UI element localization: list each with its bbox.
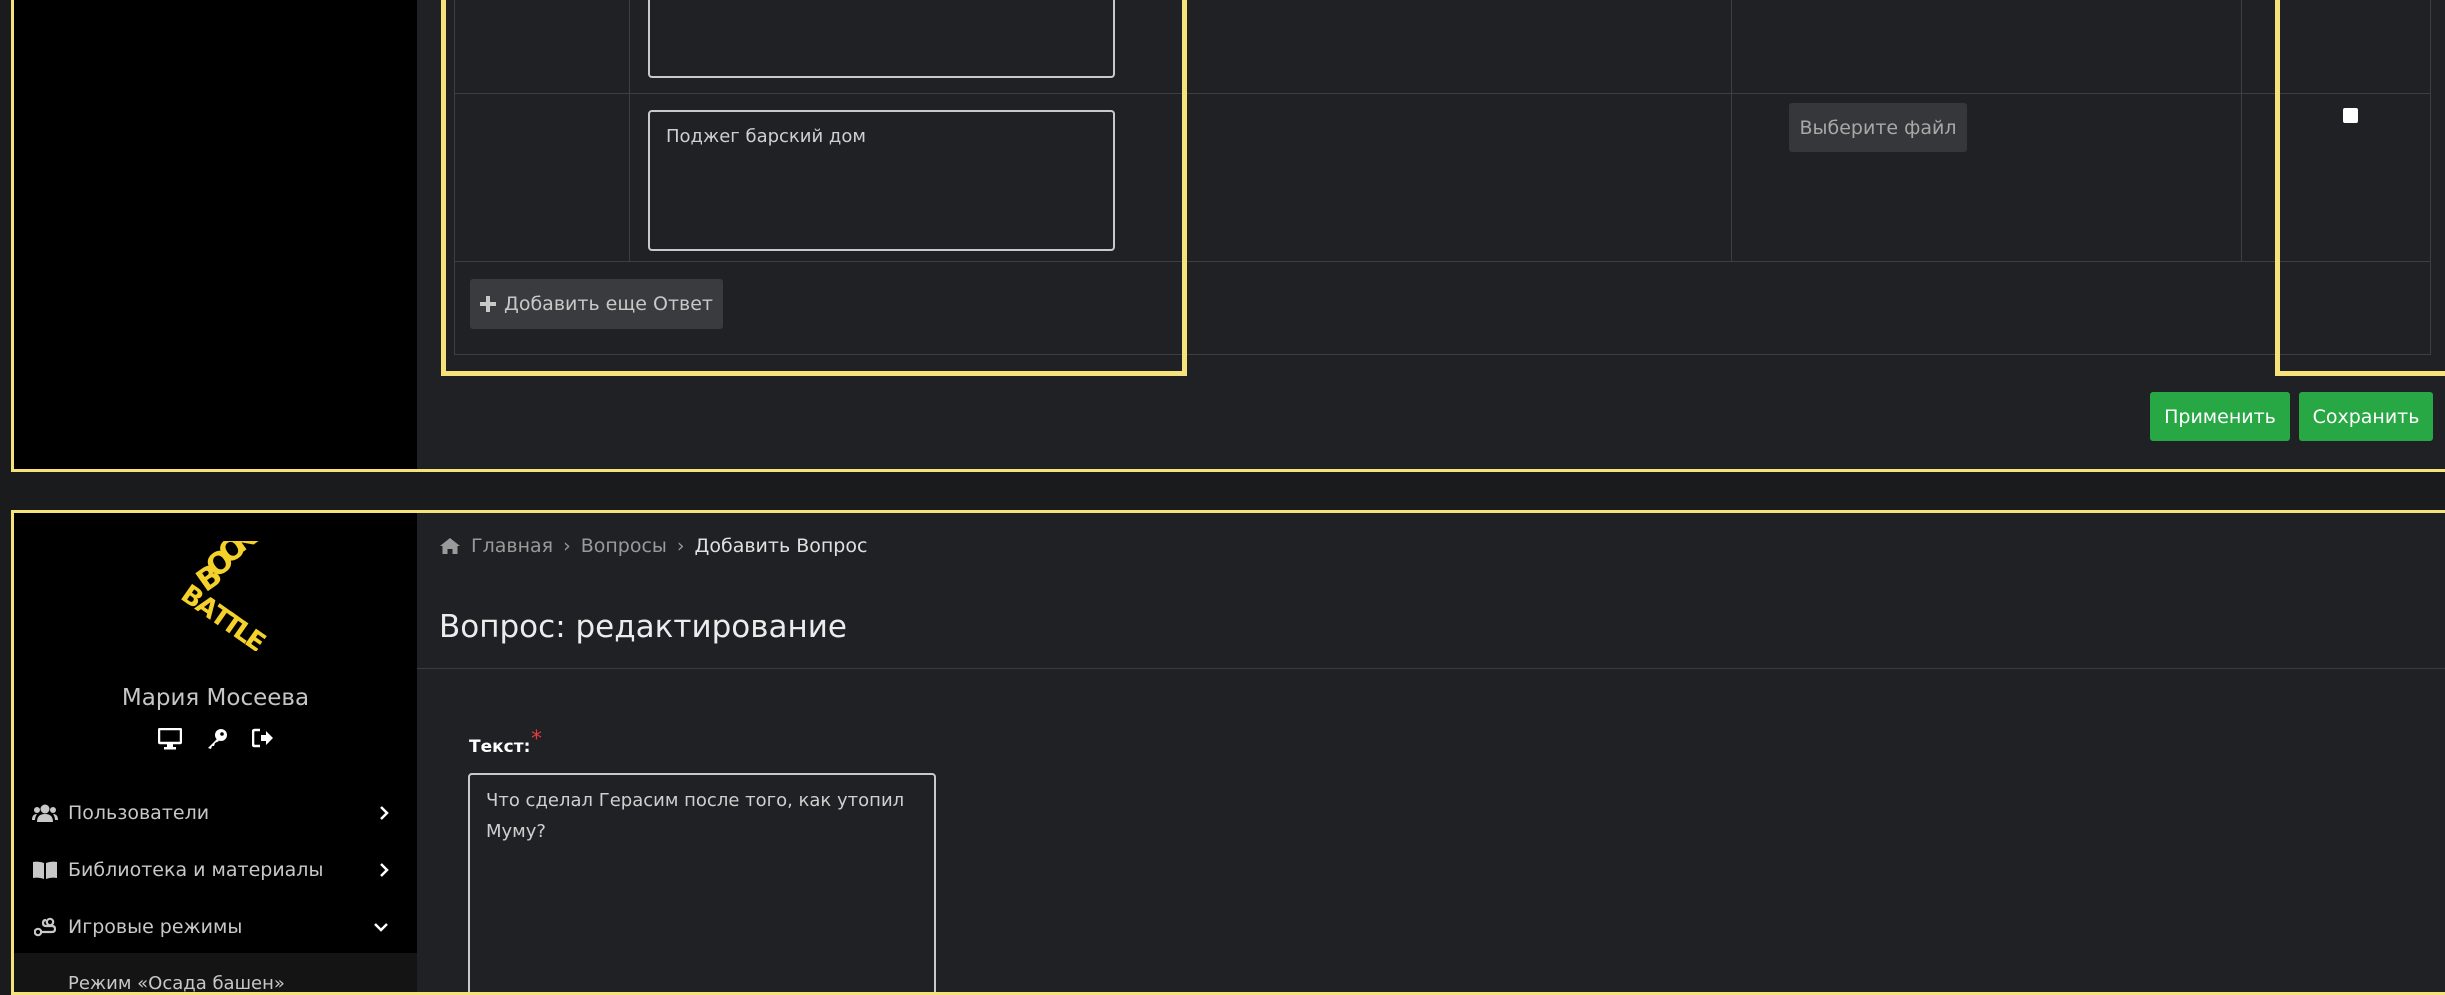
apply-button[interactable]: Применить <box>2150 392 2290 441</box>
question-edit-panel: B O O K B A T T L E Мария Мосеева Пользо… <box>11 510 2445 995</box>
logout-icon[interactable] <box>251 728 274 748</box>
nav-item-library[interactable]: Библиотека и материалы <box>14 842 417 898</box>
chevron-down-icon <box>374 923 388 932</box>
add-answer-button[interactable]: Добавить еще Ответ <box>470 279 723 329</box>
question-textarea[interactable]: Что сделал Герасим после того, как утопи… <box>468 773 936 992</box>
title-divider <box>417 668 2445 669</box>
main-content: Главная › Вопросы › Добавить Вопрос Вопр… <box>417 513 2445 992</box>
user-actions <box>14 728 417 750</box>
correct-answer-checkbox[interactable] <box>2343 108 2358 123</box>
required-marker: * <box>531 727 542 752</box>
choose-file-button[interactable]: Выберите файл <box>1789 103 1967 152</box>
question-text: Что сделал Герасим после того, как утопи… <box>486 790 905 842</box>
monitor-icon[interactable] <box>157 728 182 750</box>
page-title: Вопрос: редактирование <box>439 609 847 645</box>
sidebar: B O O K B A T T L E Мария Мосеева Пользо… <box>14 513 417 992</box>
table-col-divider <box>629 0 630 262</box>
breadcrumb-current: Добавить Вопрос <box>694 535 868 557</box>
text-field-label: Текст: <box>469 737 531 757</box>
answer-text: Поджег барский дом <box>666 126 866 147</box>
breadcrumb-separator: › <box>563 535 571 557</box>
chevron-right-icon <box>380 806 389 820</box>
key-icon[interactable] <box>206 728 228 750</box>
users-icon <box>32 804 58 822</box>
plus-icon <box>480 296 496 312</box>
breadcrumb-separator: › <box>676 535 685 557</box>
game-modes-icon <box>34 917 56 937</box>
book-icon <box>33 861 57 879</box>
table-col-divider <box>1731 0 1732 262</box>
breadcrumb: Главная › Вопросы › Добавить Вопрос <box>439 535 867 557</box>
chevron-right-icon <box>380 863 389 877</box>
nav-item-label: Библиотека и материалы <box>68 859 324 881</box>
answers-panel: Поджег барский дом Выберите файл Добавит… <box>11 0 2445 472</box>
breadcrumb-questions[interactable]: Вопросы <box>581 535 667 557</box>
nav-item-label: Игровые режимы <box>68 916 243 938</box>
answers-table: Поджег барский дом Выберите файл Добавит… <box>454 0 2431 355</box>
table-col-divider <box>2241 0 2242 262</box>
answer-textarea-previous[interactable] <box>648 0 1115 78</box>
add-answer-label: Добавить еще Ответ <box>504 293 713 315</box>
table-row-divider <box>455 261 2430 262</box>
sub-item-tower-siege[interactable]: Режим «Осада башен» <box>68 973 285 992</box>
home-icon <box>440 538 460 554</box>
nav-item-game-modes[interactable]: Игровые режимы <box>14 899 417 955</box>
user-name: Мария Мосеева <box>121 685 310 711</box>
breadcrumb-home[interactable]: Главная <box>471 535 553 557</box>
answer-textarea[interactable]: Поджег барский дом <box>648 110 1115 251</box>
answers-content: Поджег барский дом Выберите файл Добавит… <box>417 0 2445 469</box>
sidebar-background <box>14 0 417 469</box>
book-battle-logo: B O O K B A T T L E <box>175 541 271 651</box>
save-button[interactable]: Сохранить <box>2299 392 2433 441</box>
nav-item-users[interactable]: Пользователи <box>14 785 417 841</box>
nav-item-label: Пользователи <box>68 802 210 824</box>
table-row-divider <box>455 93 2430 94</box>
